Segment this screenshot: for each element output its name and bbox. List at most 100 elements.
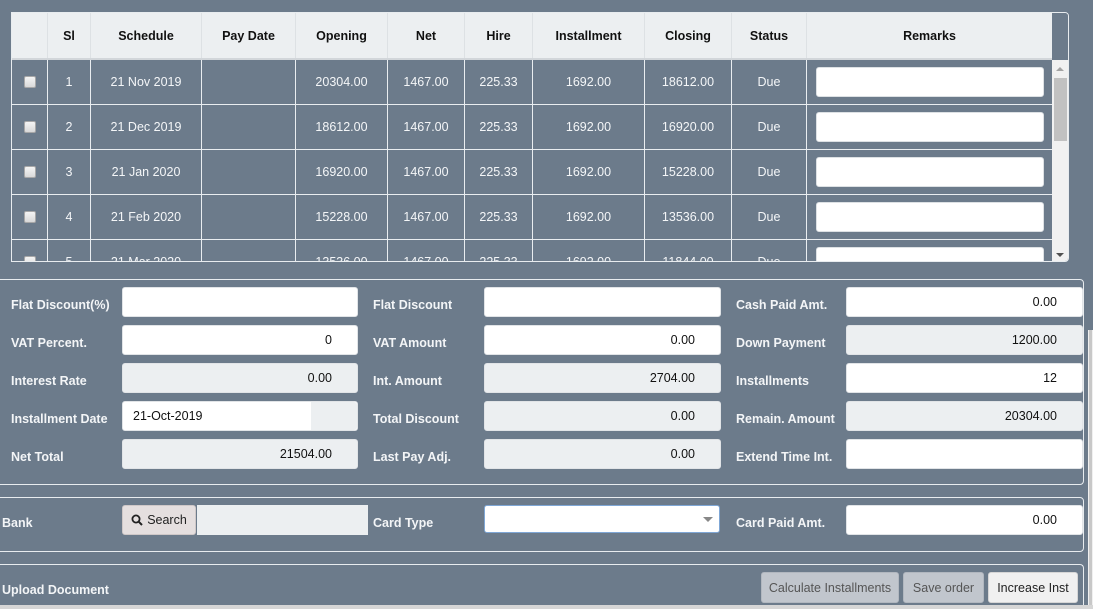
flat-discount-input[interactable] [484,287,721,317]
table-row: 1 21 Nov 2019 20304.00 1467.00 225.33 1692.00… [12,60,1052,105]
table-row: 4 21 Feb 2020 15228.00 1467.00 225.33 1692.00… [12,195,1052,240]
row-checkbox[interactable] [23,121,36,133]
total-discount-label: Total Discount [373,412,459,426]
cell-opening: 15228.00 [296,195,388,239]
remarks-input[interactable] [815,157,1044,187]
cell-status: Due [732,150,807,194]
cell-remarks [807,60,1052,104]
flat-discount-label: Flat Discount [373,298,453,312]
installment-date-value: 21-Oct-2019 [133,409,203,423]
cell-pay-date [202,60,296,104]
increase-inst-button[interactable]: Increase Inst [988,572,1078,603]
column-header-schedule: Schedule [91,13,202,58]
int-amount-field: 2704.00 [484,363,721,393]
grid-scrollbar[interactable] [1052,60,1068,261]
chevron-down-icon [703,517,713,522]
grid-header-corner [1052,13,1068,60]
remarks-input[interactable] [815,67,1044,97]
cell-status: Due [732,60,807,104]
remarks-input[interactable] [815,112,1044,142]
cell-schedule: 21 Dec 2019 [91,105,202,149]
calendar-icon[interactable] [311,402,357,430]
column-header-select [12,13,48,58]
row-checkbox[interactable] [23,256,36,261]
cell-sl: 1 [48,60,91,104]
extend-time-int-label: Extend Time Int. [736,450,833,464]
cell-pay-date [202,105,296,149]
cell-opening: 13536.00 [296,240,388,261]
bank-field [197,505,368,535]
card-paid-amt-input[interactable]: 0.00 [846,505,1083,535]
card-type-select[interactable] [484,505,720,533]
installments-label: Installments [736,374,809,388]
column-header-status: Status [732,13,807,58]
calculate-installments-button[interactable]: Calculate Installments [761,572,899,603]
interest-rate-field: 0.00 [122,363,358,393]
cell-installment: 1692.00 [533,105,645,149]
column-header-hire: Hire [465,13,533,58]
cell-remarks [807,105,1052,149]
cell-sl: 5 [48,240,91,261]
row-select-cell [12,195,48,239]
cell-pay-date [202,240,296,261]
column-header-sl: Sl [48,13,91,58]
horizontal-scrollbar[interactable] [0,605,1093,609]
interest-rate-label: Interest Rate [11,374,87,388]
cell-sl: 2 [48,105,91,149]
installment-date-input[interactable]: 21-Oct-2019 [122,401,358,431]
flat-discount-pct-input[interactable] [122,287,358,317]
last-pay-adj-label: Last Pay Adj. [373,450,452,464]
save-order-button[interactable]: Save order [903,572,984,603]
remarks-input[interactable] [815,202,1044,232]
scroll-thumb[interactable] [1054,78,1067,141]
cell-pay-date [202,150,296,194]
vat-percent-label: VAT Percent. [11,336,87,350]
cell-net: 1467.00 [388,240,465,261]
page-scroll-thumb[interactable] [1089,330,1092,609]
cell-installment: 1692.00 [533,60,645,104]
int-amount-label: Int. Amount [373,374,442,388]
installment-grid: Sl Schedule Pay Date Opening Net Hire Installm… [11,12,1069,262]
row-checkbox[interactable] [23,211,36,223]
row-checkbox[interactable] [23,76,36,88]
cell-opening: 16920.00 [296,150,388,194]
total-discount-field: 0.00 [484,401,721,431]
net-total-label: Net Total [11,450,64,464]
column-header-net: Net [388,13,465,58]
row-select-cell [12,105,48,149]
grid-header: Sl Schedule Pay Date Opening Net Hire Installm… [12,13,1052,60]
row-select-cell [12,60,48,104]
remain-amount-field: 20304.00 [846,401,1083,431]
cell-installment: 1692.00 [533,240,645,261]
cell-net: 1467.00 [388,60,465,104]
scroll-down-arrow-icon[interactable] [1056,253,1064,257]
installments-input[interactable]: 12 [846,363,1083,393]
cell-opening: 20304.00 [296,60,388,104]
scroll-up-arrow-icon[interactable] [1056,67,1064,71]
cash-paid-amt-input[interactable]: 0.00 [846,287,1083,317]
remarks-input[interactable] [815,247,1044,261]
vat-percent-input[interactable]: 0 [122,325,358,355]
cell-pay-date [202,195,296,239]
cell-remarks [807,195,1052,239]
search-icon [131,514,143,526]
cell-hire: 225.33 [465,195,533,239]
card-paid-amt-label: Card Paid Amt. [736,516,826,530]
cell-opening: 18612.00 [296,105,388,149]
cell-hire: 225.33 [465,150,533,194]
cell-net: 1467.00 [388,150,465,194]
flat-discount-pct-label: Flat Discount(%) [11,298,110,312]
extend-time-int-input[interactable] [846,439,1083,469]
row-select-cell [12,150,48,194]
cash-paid-amt-label: Cash Paid Amt. [736,298,828,312]
cell-installment: 1692.00 [533,150,645,194]
cell-schedule: 21 Nov 2019 [91,60,202,104]
cell-closing: 11844.00 [645,240,732,261]
cell-status: Due [732,195,807,239]
cell-status: Due [732,105,807,149]
bank-search-button[interactable]: Search [122,505,196,535]
last-pay-adj-field: 0.00 [484,439,721,469]
row-checkbox[interactable] [23,166,36,178]
vat-amount-input[interactable]: 0.00 [484,325,721,355]
column-header-pay-date: Pay Date [202,13,296,58]
